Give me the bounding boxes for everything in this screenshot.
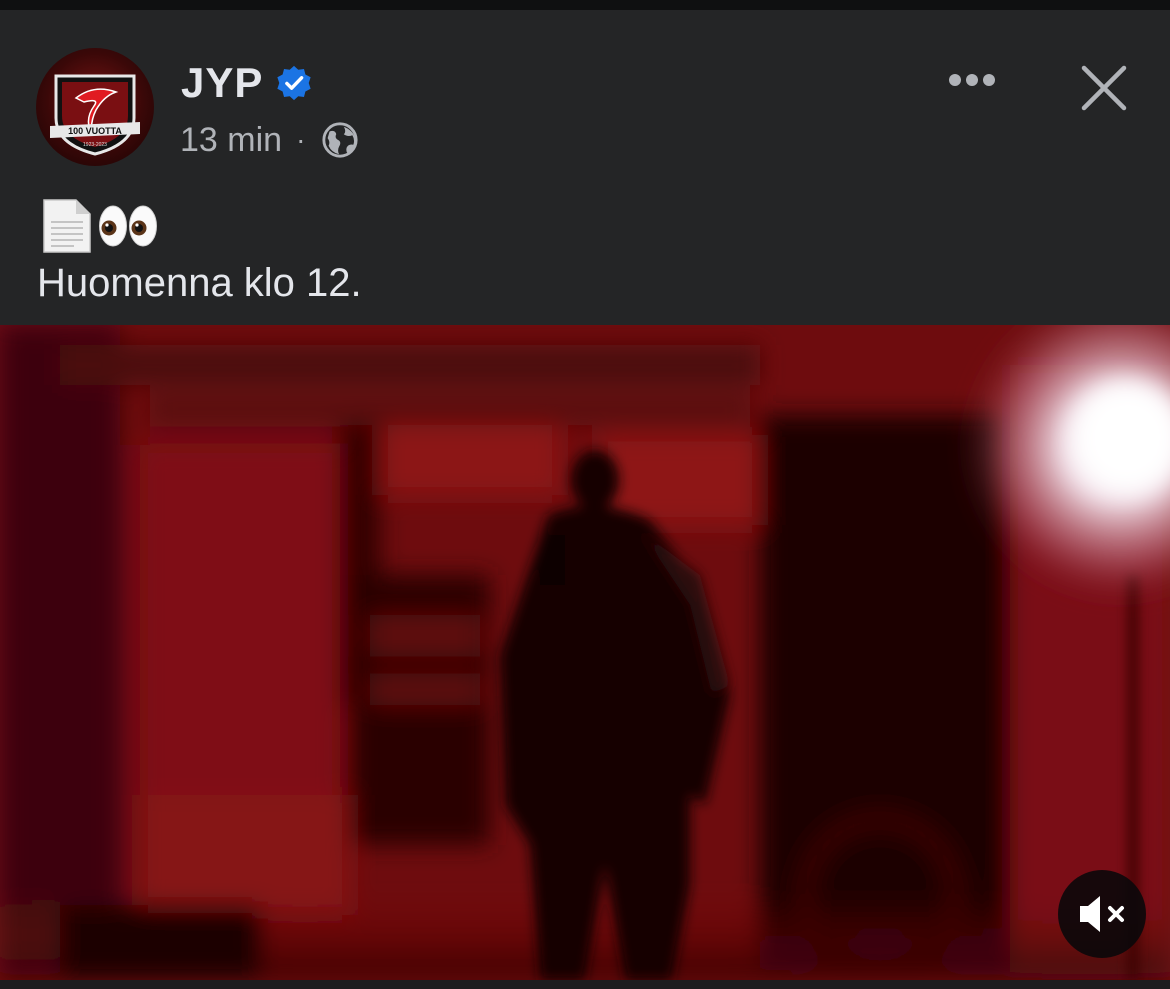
verified-badge-icon bbox=[277, 65, 311, 101]
video-player[interactable] bbox=[0, 325, 1170, 980]
avatar-badge-text: 100 VUOTTA bbox=[68, 126, 122, 136]
globe-icon[interactable] bbox=[321, 121, 359, 159]
eyes-icon bbox=[99, 205, 157, 247]
jyp-logo-icon: 100 VUOTTA 1923-2023 bbox=[50, 74, 140, 156]
post-text: Huomenna klo 12. bbox=[37, 261, 362, 305]
page-icon bbox=[43, 199, 91, 253]
post-meta: 13 min · bbox=[180, 118, 359, 162]
mute-button[interactable] bbox=[1058, 870, 1146, 958]
bottom-edge bbox=[0, 980, 1170, 989]
more-dot bbox=[949, 74, 961, 86]
post-card: 100 VUOTTA 1923-2023 JYP 13 min · Huomen… bbox=[0, 10, 1170, 325]
avatar[interactable]: 100 VUOTTA 1923-2023 bbox=[36, 48, 154, 166]
close-icon[interactable] bbox=[1076, 60, 1132, 116]
more-options-button[interactable] bbox=[940, 60, 1004, 100]
video-frame bbox=[0, 325, 1170, 980]
mute-icon bbox=[1080, 896, 1124, 932]
more-dot bbox=[966, 74, 978, 86]
meta-separator: · bbox=[296, 124, 306, 155]
page-name[interactable]: JYP bbox=[181, 58, 263, 108]
top-edge bbox=[0, 0, 1170, 10]
post-time[interactable]: 13 min bbox=[180, 121, 282, 160]
avatar-years: 1923-2023 bbox=[83, 142, 107, 148]
emoji-line bbox=[40, 194, 158, 258]
more-dot bbox=[983, 74, 995, 86]
